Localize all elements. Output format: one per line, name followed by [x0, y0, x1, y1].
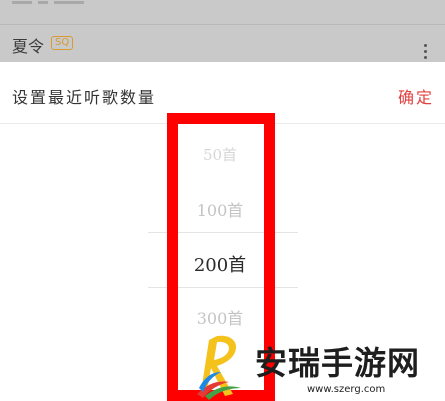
watermark: 安瑞手游网 www.szerg.com: [195, 332, 445, 401]
watermark-logo-icon: [197, 335, 241, 400]
confirm-button[interactable]: 确定: [398, 84, 434, 108]
more-options-icon[interactable]: [424, 44, 428, 62]
list-divider: [0, 24, 445, 25]
watermark-name: 安瑞手游网: [255, 344, 421, 382]
background-song-list: [0, 0, 445, 62]
list-item: [12, 0, 112, 4]
dialog-title: 设置最近听歌数量: [12, 88, 157, 107]
watermark-url: www.szerg.com: [307, 384, 386, 395]
song-title[interactable]: 夏令: [12, 33, 44, 57]
quality-badge: SQ: [51, 36, 74, 50]
